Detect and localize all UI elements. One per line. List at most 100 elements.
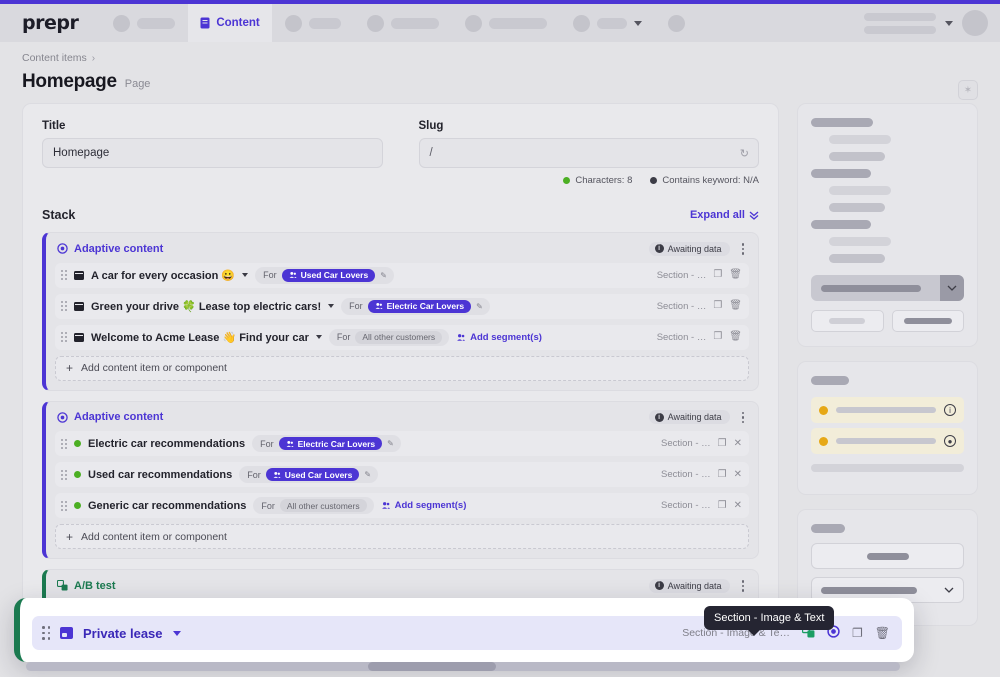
pencil-icon[interactable]: ✎ — [476, 302, 483, 311]
segment-pill[interactable]: For Used Car Lovers ✎ — [239, 466, 379, 483]
refresh-icon[interactable]: ↻ — [740, 147, 749, 160]
stack-header: Stack Expand all — [42, 208, 759, 222]
alert-row[interactable]: i — [811, 397, 964, 423]
block-menu-button[interactable] — [738, 578, 749, 594]
nav-item-placeholder-6[interactable] — [655, 4, 698, 42]
segment-pill[interactable]: For Electric Car Lovers ✎ — [252, 435, 401, 452]
slug-field-group: Slug / ↻ — [418, 120, 759, 168]
warning-dot-icon — [819, 436, 828, 446]
segment-badge[interactable]: Electric Car Lovers — [367, 299, 472, 313]
nav-item-placeholder-4[interactable] — [452, 4, 560, 42]
copy-icon[interactable]: ❐ — [718, 469, 727, 480]
table-row[interactable]: Welcome to Acme Lease 👋 Find your car Fo… — [55, 324, 749, 350]
title-input[interactable]: Homepage — [42, 138, 383, 168]
chevron-down-icon[interactable] — [633, 20, 642, 26]
add-content-item-button[interactable]: + Add content item or component — [55, 355, 749, 381]
trash-icon[interactable]: 🗑 — [875, 626, 890, 640]
pencil-icon[interactable]: ✎ — [387, 439, 394, 448]
pencil-icon[interactable]: ✎ — [380, 271, 387, 280]
block-menu-button[interactable] — [738, 410, 749, 426]
sidebar-button-placeholder-2[interactable] — [891, 310, 964, 332]
chevron-down-icon[interactable] — [945, 20, 953, 26]
copy-icon[interactable]: ❐ — [713, 270, 722, 280]
table-row[interactable]: Green your drive 🍀 Lease top electric ca… — [55, 293, 749, 319]
nav-item-placeholder-2[interactable] — [272, 4, 354, 42]
drag-row-left: Private lease — [42, 626, 181, 641]
drag-handle[interactable] — [61, 301, 67, 311]
sidebar-field-placeholder[interactable] — [811, 543, 964, 569]
alert-row[interactable]: ● — [811, 428, 964, 454]
drag-handle[interactable] — [42, 626, 50, 640]
trash-icon[interactable]: 🗑 — [729, 270, 742, 280]
add-content-item-button[interactable]: + Add content item or component — [55, 524, 749, 549]
trash-icon[interactable]: 🗑 — [729, 301, 742, 311]
horizontal-scrollbar-thumb[interactable] — [368, 662, 496, 671]
sidebar-button-pair — [811, 310, 964, 332]
close-icon[interactable]: ✕ — [734, 469, 742, 480]
drag-handle[interactable] — [61, 332, 67, 342]
clock-icon[interactable]: ● — [944, 435, 956, 447]
copy-icon[interactable]: ❐ — [718, 500, 727, 511]
green-status-dot — [74, 502, 81, 509]
drag-handle[interactable] — [61, 500, 67, 511]
copy-icon[interactable]: ❐ — [852, 626, 863, 640]
nav-item-placeholder-5[interactable] — [560, 4, 655, 42]
segment-pill[interactable]: For All other customers — [253, 497, 374, 514]
skeleton-line — [811, 376, 849, 385]
segment-badge[interactable]: Used Car Lovers — [265, 468, 360, 481]
table-row[interactable]: A car for every occasion 😀 For Used Car … — [55, 262, 749, 288]
sidebar-select-placeholder[interactable] — [811, 275, 964, 301]
add-segment-button[interactable]: Add segment(s) — [456, 332, 542, 343]
breadcrumb-parent[interactable]: Content items — [22, 52, 87, 64]
people-icon — [375, 302, 383, 309]
table-row[interactable]: Generic car recommendations For All othe… — [55, 493, 749, 518]
segment-pill[interactable]: For All other customers — [328, 328, 450, 346]
avatar[interactable] — [962, 10, 988, 36]
prepr-logo[interactable]: prepr — [22, 12, 79, 34]
tab-content[interactable]: Content — [188, 4, 272, 42]
chevron-down-icon[interactable] — [944, 587, 954, 593]
segment-badge[interactable]: Electric Car Lovers — [278, 437, 383, 450]
table-row[interactable]: Electric car recommendations For Electri… — [55, 431, 749, 456]
close-icon[interactable]: ✕ — [734, 500, 742, 511]
nav-item-placeholder-1[interactable] — [100, 4, 188, 42]
expand-all-button[interactable]: Expand all — [690, 209, 759, 221]
copy-icon[interactable]: ❐ — [718, 438, 727, 449]
chevron-down-icon[interactable] — [940, 275, 964, 301]
chevron-down-icon[interactable] — [328, 304, 335, 308]
chevron-down-icon[interactable] — [172, 630, 181, 636]
stack-title: Stack — [42, 208, 76, 222]
segment-pill[interactable]: For Electric Car Lovers ✎ — [341, 297, 490, 315]
skeleton-line — [829, 135, 891, 144]
copy-icon[interactable]: ❐ — [713, 301, 722, 311]
drag-handle[interactable] — [61, 270, 67, 280]
info-icon[interactable]: i — [944, 404, 956, 416]
sidebar-button-placeholder-1[interactable] — [811, 310, 884, 332]
close-icon[interactable]: ✕ — [734, 438, 742, 449]
workspace-switcher[interactable] — [864, 12, 936, 34]
section-icon — [74, 301, 84, 311]
add-segment-label: Add segment(s) — [470, 331, 542, 343]
drag-handle[interactable] — [61, 438, 67, 449]
for-label: For — [263, 270, 277, 280]
pencil-icon[interactable]: ✎ — [364, 470, 371, 479]
drag-handle[interactable] — [61, 469, 67, 480]
segment-badge[interactable]: Used Car Lovers — [281, 268, 376, 282]
skeleton-line — [829, 152, 885, 161]
nav-item-placeholder-3[interactable] — [354, 4, 452, 42]
block-kind: A/B test — [57, 580, 116, 592]
chevron-down-icon[interactable] — [315, 335, 322, 339]
trash-icon[interactable]: 🗑 — [729, 332, 742, 342]
chevron-down-icon[interactable] — [242, 273, 249, 277]
slug-input[interactable]: / ↻ — [418, 138, 759, 168]
green-status-dot — [74, 440, 81, 447]
ai-assist-button[interactable]: ✶ — [958, 80, 978, 100]
skeleton-line — [903, 318, 952, 324]
page-type-label: Page — [124, 78, 151, 90]
copy-icon[interactable]: ❐ — [713, 332, 722, 342]
block-menu-button[interactable] — [738, 241, 749, 257]
row-title: Welcome to Acme Lease 👋 Find your car — [91, 331, 309, 344]
segment-pill[interactable]: For Used Car Lovers ✎ — [255, 266, 394, 284]
table-row[interactable]: Used car recommendations For Used Car Lo… — [55, 462, 749, 487]
add-segment-button[interactable]: Add segment(s) — [381, 500, 466, 511]
